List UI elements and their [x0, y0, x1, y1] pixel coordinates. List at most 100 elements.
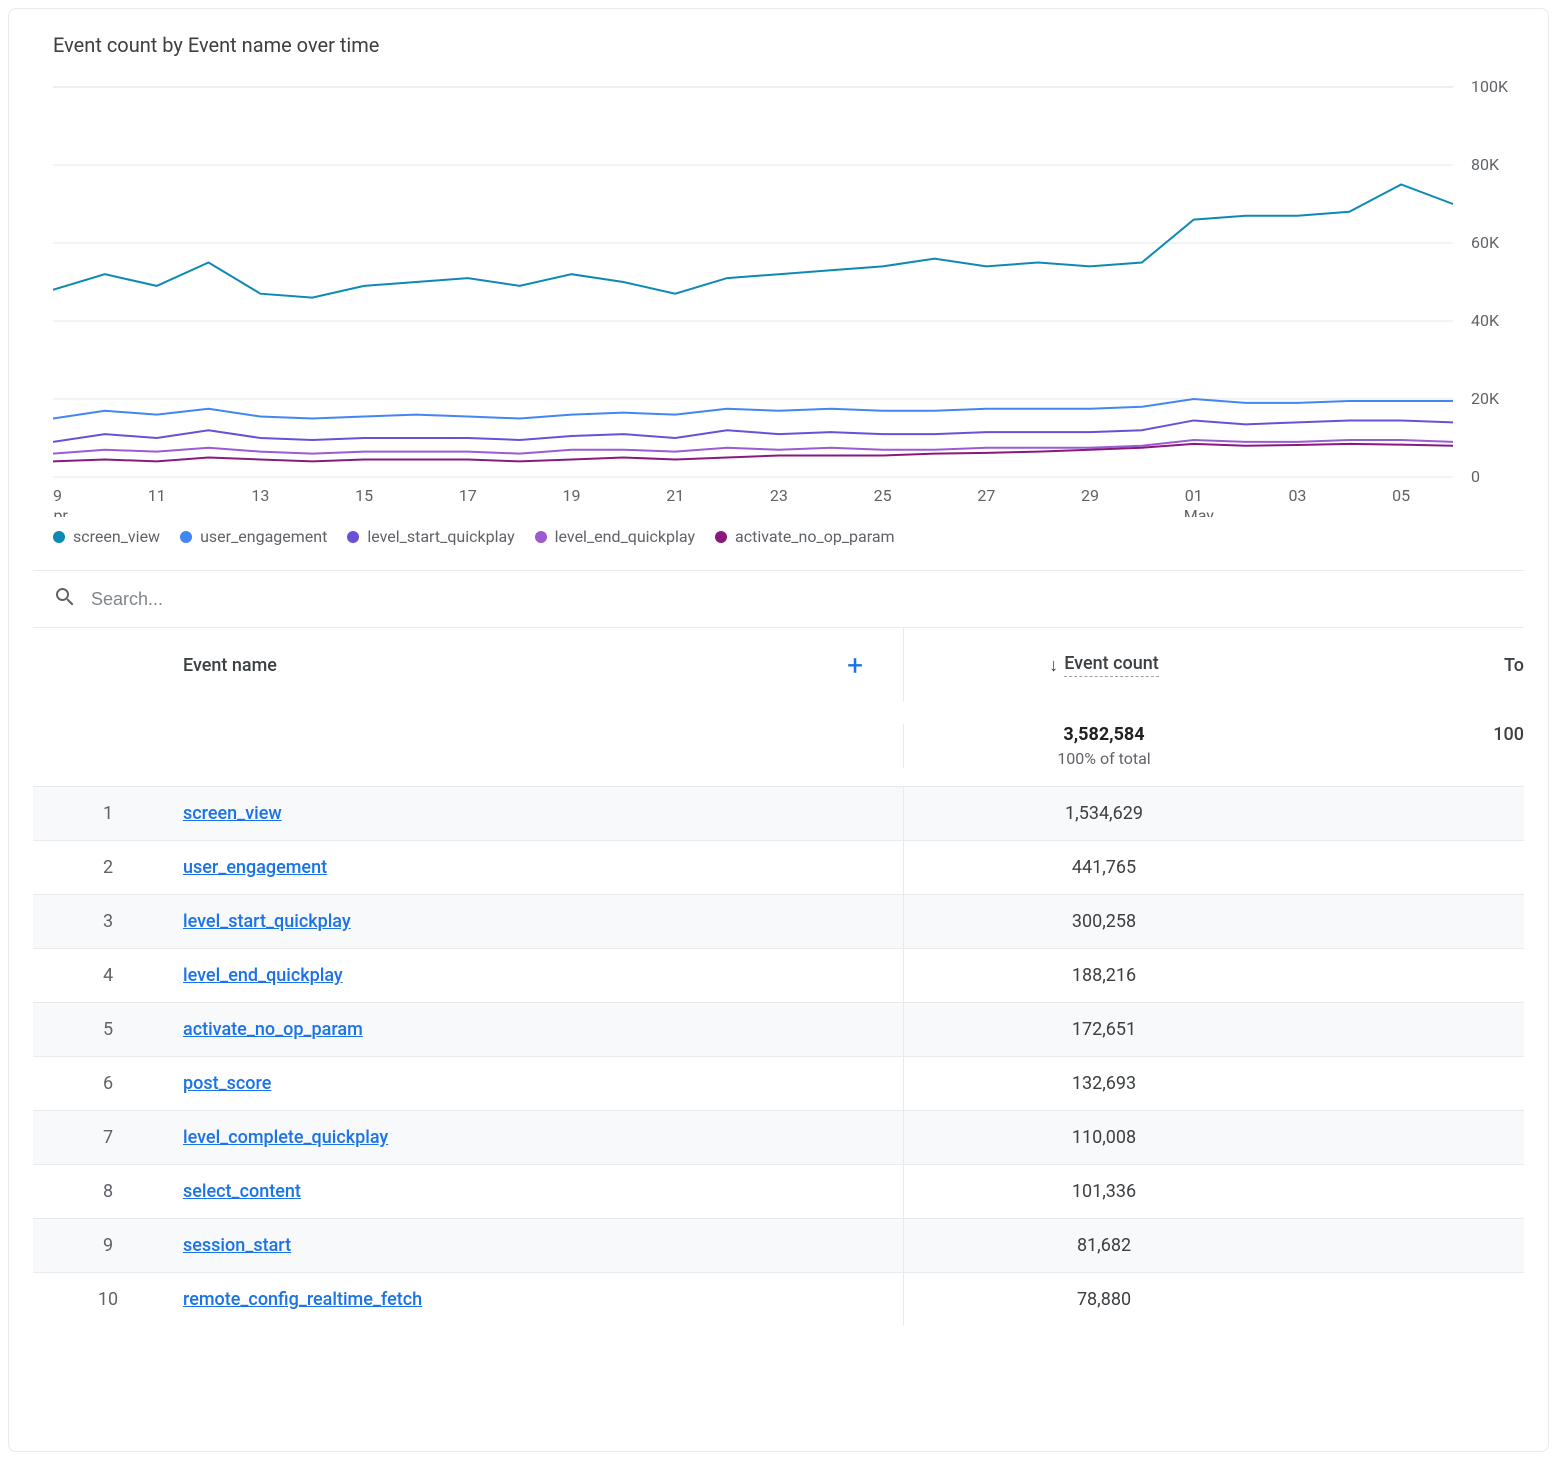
row-count: 101,336	[904, 1181, 1304, 1202]
table-row: 5 activate_no_op_param 172,651	[33, 1002, 1524, 1056]
legend-dot-icon	[715, 531, 727, 543]
row-count: 172,651	[904, 1019, 1304, 1040]
chart-legend: screen_view user_engagement level_start_…	[33, 517, 1524, 570]
svg-text:0: 0	[1471, 467, 1480, 486]
legend-dot-icon	[347, 531, 359, 543]
col-extra-header[interactable]: To	[1304, 655, 1524, 676]
svg-text:25: 25	[874, 486, 892, 505]
event-link[interactable]: level_complete_quickplay	[183, 1127, 388, 1148]
table-row: 10 remote_config_realtime_fetch 78,880	[33, 1272, 1524, 1326]
row-name-cell: select_content	[183, 1181, 903, 1202]
events-table: Event name + ↓ Event count To 3,582,584 …	[33, 627, 1524, 1326]
add-dimension-button[interactable]: +	[847, 649, 863, 682]
table-row: 7 level_complete_quickplay 110,008	[33, 1110, 1524, 1164]
sort-desc-icon: ↓	[1049, 655, 1058, 676]
row-count: 188,216	[904, 965, 1304, 986]
event-link[interactable]: level_end_quickplay	[183, 965, 343, 986]
event-link[interactable]: session_start	[183, 1235, 291, 1256]
row-count: 110,008	[904, 1127, 1304, 1148]
svg-text:60K: 60K	[1471, 233, 1500, 252]
legend-item[interactable]: level_end_quickplay	[535, 527, 695, 546]
svg-text:20K: 20K	[1471, 389, 1500, 408]
event-link[interactable]: level_start_quickplay	[183, 911, 351, 932]
row-rank: 6	[33, 1073, 183, 1094]
col-name-header[interactable]: Event name +	[183, 649, 903, 682]
svg-text:Apr: Apr	[53, 506, 68, 517]
row-count: 132,693	[904, 1073, 1304, 1094]
svg-text:100K: 100K	[1471, 77, 1509, 96]
row-rank: 3	[33, 911, 183, 932]
row-rank: 9	[33, 1235, 183, 1256]
event-link[interactable]: activate_no_op_param	[183, 1019, 363, 1040]
col-count-header[interactable]: ↓ Event count	[904, 653, 1304, 677]
event-link[interactable]: user_engagement	[183, 857, 327, 878]
svg-text:80K: 80K	[1471, 155, 1500, 174]
svg-text:03: 03	[1288, 486, 1306, 505]
svg-text:17: 17	[459, 486, 477, 505]
legend-dot-icon	[53, 531, 65, 543]
row-name-cell: remote_config_realtime_fetch	[183, 1289, 903, 1310]
svg-text:27: 27	[977, 486, 995, 505]
row-name-cell: user_engagement	[183, 857, 903, 878]
legend-label: screen_view	[73, 527, 160, 546]
search-icon	[53, 585, 77, 613]
col-name-label: Event name	[183, 655, 277, 676]
svg-text:09: 09	[53, 486, 62, 505]
chart-area: 020K40K60K80K100K09Apr111315171921232527…	[33, 77, 1524, 517]
svg-text:19: 19	[563, 486, 581, 505]
legend-item[interactable]: user_engagement	[180, 527, 327, 546]
table-row: 1 screen_view 1,534,629	[33, 786, 1524, 840]
report-card: Event count by Event name over time 0 20K…	[8, 8, 1549, 1452]
svg-text:05: 05	[1392, 486, 1410, 505]
table-row: 6 post_score 132,693	[33, 1056, 1524, 1110]
chart-title: Event count by Event name over time	[33, 33, 1524, 57]
row-name-cell: screen_view	[183, 803, 903, 824]
row-name-cell: level_complete_quickplay	[183, 1127, 903, 1148]
legend-label: level_end_quickplay	[555, 527, 695, 546]
line-chart-svg[interactable]: 020K40K60K80K100K09Apr111315171921232527…	[53, 77, 1533, 517]
svg-text:21: 21	[666, 486, 684, 505]
table-row: 9 session_start 81,682	[33, 1218, 1524, 1272]
totals-extra: 100	[1304, 724, 1524, 745]
row-count: 1,534,629	[904, 803, 1304, 824]
legend-item[interactable]: level_start_quickplay	[347, 527, 514, 546]
row-count: 300,258	[904, 911, 1304, 932]
totals-row: 3,582,584 100% of total 100	[33, 702, 1524, 786]
search-input[interactable]	[91, 589, 1524, 610]
legend-dot-icon	[535, 531, 547, 543]
table-row: 2 user_engagement 441,765	[33, 840, 1524, 894]
row-name-cell: level_end_quickplay	[183, 965, 903, 986]
row-rank: 1	[33, 803, 183, 824]
legend-item[interactable]: screen_view	[53, 527, 160, 546]
totals-sub: 100% of total	[904, 749, 1304, 768]
row-name-cell: level_start_quickplay	[183, 911, 903, 932]
row-count: 78,880	[904, 1289, 1304, 1310]
search-bar	[33, 570, 1524, 627]
svg-text:13: 13	[251, 486, 269, 505]
row-count: 81,682	[904, 1235, 1304, 1256]
event-link[interactable]: screen_view	[183, 803, 282, 824]
svg-text:May: May	[1184, 506, 1215, 517]
svg-text:11: 11	[148, 486, 166, 505]
row-rank: 2	[33, 857, 183, 878]
row-rank: 4	[33, 965, 183, 986]
svg-text:01: 01	[1185, 486, 1203, 505]
totals-value: 3,582,584	[904, 724, 1304, 745]
svg-text:40K: 40K	[1471, 311, 1500, 330]
col-count-label: Event count	[1064, 653, 1159, 677]
row-rank: 7	[33, 1127, 183, 1148]
svg-text:23: 23	[770, 486, 788, 505]
legend-label: level_start_quickplay	[367, 527, 514, 546]
row-count: 441,765	[904, 857, 1304, 878]
legend-item[interactable]: activate_no_op_param	[715, 527, 895, 546]
table-header-row: Event name + ↓ Event count To	[33, 628, 1524, 702]
legend-label: user_engagement	[200, 527, 327, 546]
event-link[interactable]: remote_config_realtime_fetch	[183, 1289, 422, 1310]
row-rank: 8	[33, 1181, 183, 1202]
table-row: 8 select_content 101,336	[33, 1164, 1524, 1218]
row-name-cell: post_score	[183, 1073, 903, 1094]
event-link[interactable]: select_content	[183, 1181, 301, 1202]
event-link[interactable]: post_score	[183, 1073, 271, 1094]
row-name-cell: session_start	[183, 1235, 903, 1256]
legend-label: activate_no_op_param	[735, 527, 895, 546]
